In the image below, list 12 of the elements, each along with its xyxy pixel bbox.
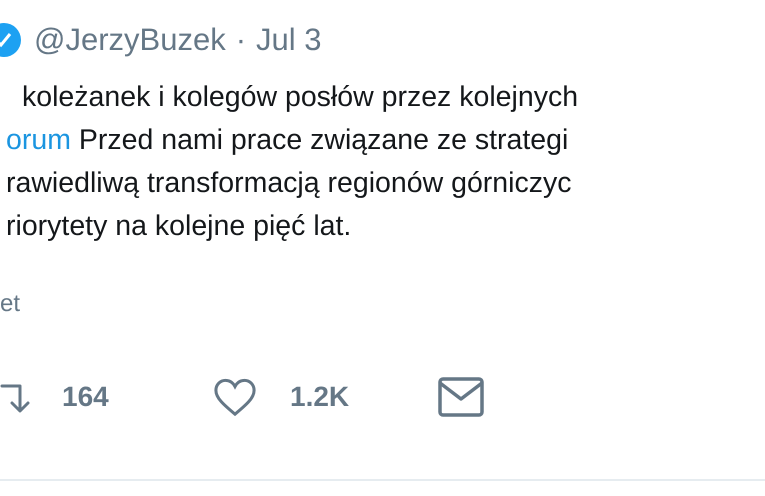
mail-icon[interactable] [438,377,484,417]
tweet-text-line: riorytety na kolejne pięć lat. [6,209,352,244]
tweet-text-line: rawiedliwą transformacją regionów górniczyc [6,166,572,201]
tweet-text-line: koleżanek i kolegów posłów przez kolejnych [21,80,580,115]
tweet-text-line: orum Przed nami prace związane ze strategi [6,123,570,158]
tweet-date[interactable]: Jul 3 [256,16,322,64]
action-count: 1.2K [290,380,350,414]
separator-dot: · [236,20,246,59]
heart-icon[interactable] [212,376,258,418]
action-count: 164 [62,380,109,414]
user-handle[interactable]: @JerzyBuzek [34,16,226,64]
translate-link[interactable]: et [0,290,20,317]
